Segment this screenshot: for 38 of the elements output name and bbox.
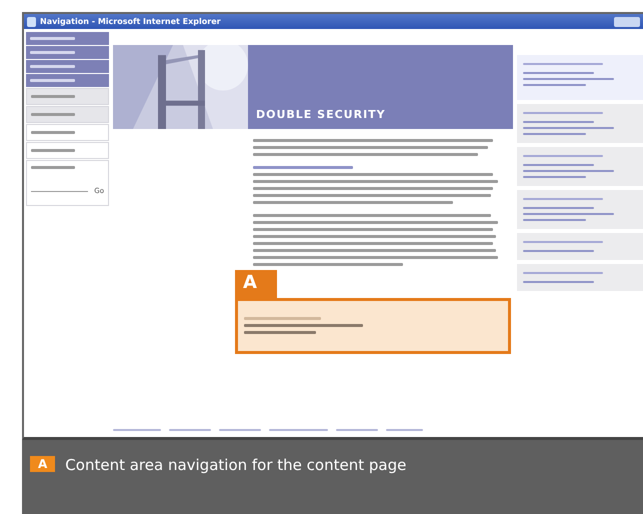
blurred-text-line (523, 207, 594, 209)
caption-badge: A (30, 456, 56, 472)
blurred-text-line (336, 429, 378, 431)
blurred-text-line (31, 113, 75, 116)
sidebar-item[interactable] (26, 60, 109, 73)
sidebar-item[interactable] (26, 74, 109, 87)
blurred-text-line (219, 429, 262, 431)
blurred-text-line (30, 51, 75, 54)
blurred-text-line (523, 121, 594, 123)
blurred-text-line (386, 429, 424, 431)
sidebar-item[interactable] (26, 46, 109, 59)
blurred-text-line (523, 281, 594, 283)
blurred-text-line (31, 166, 75, 169)
sidebar-item[interactable] (26, 106, 109, 123)
blurred-text-line (31, 131, 75, 134)
blurred-text-line (523, 133, 586, 135)
blurred-text-line (523, 176, 586, 178)
sidebar-item[interactable] (26, 142, 109, 159)
sidebar-item[interactable] (26, 88, 109, 105)
sidebar-item[interactable] (26, 124, 109, 141)
blurred-text-line (269, 429, 328, 431)
blurred-text-line (30, 65, 75, 68)
blurred-text-line (113, 429, 161, 431)
blurred-text-line (523, 164, 594, 166)
blurred-text-line (30, 37, 75, 40)
window-title: Navigation - Microsoft Internet Explorer (40, 17, 221, 26)
blurred-text-line (30, 79, 75, 82)
sidebar-item[interactable] (26, 32, 109, 45)
banner-title: DOUBLE SECURITY (256, 108, 386, 121)
blurred-text-line (523, 250, 594, 252)
blurred-text-line (31, 95, 75, 98)
callout-label: A (235, 270, 277, 298)
blurred-text-line (523, 72, 594, 74)
blurred-text-line (168, 429, 212, 431)
caption-text: Content area navigation for the content page (65, 456, 406, 474)
blurred-text-line (523, 219, 586, 221)
blurred-text-line (31, 149, 75, 152)
blurred-text-line (523, 84, 586, 86)
